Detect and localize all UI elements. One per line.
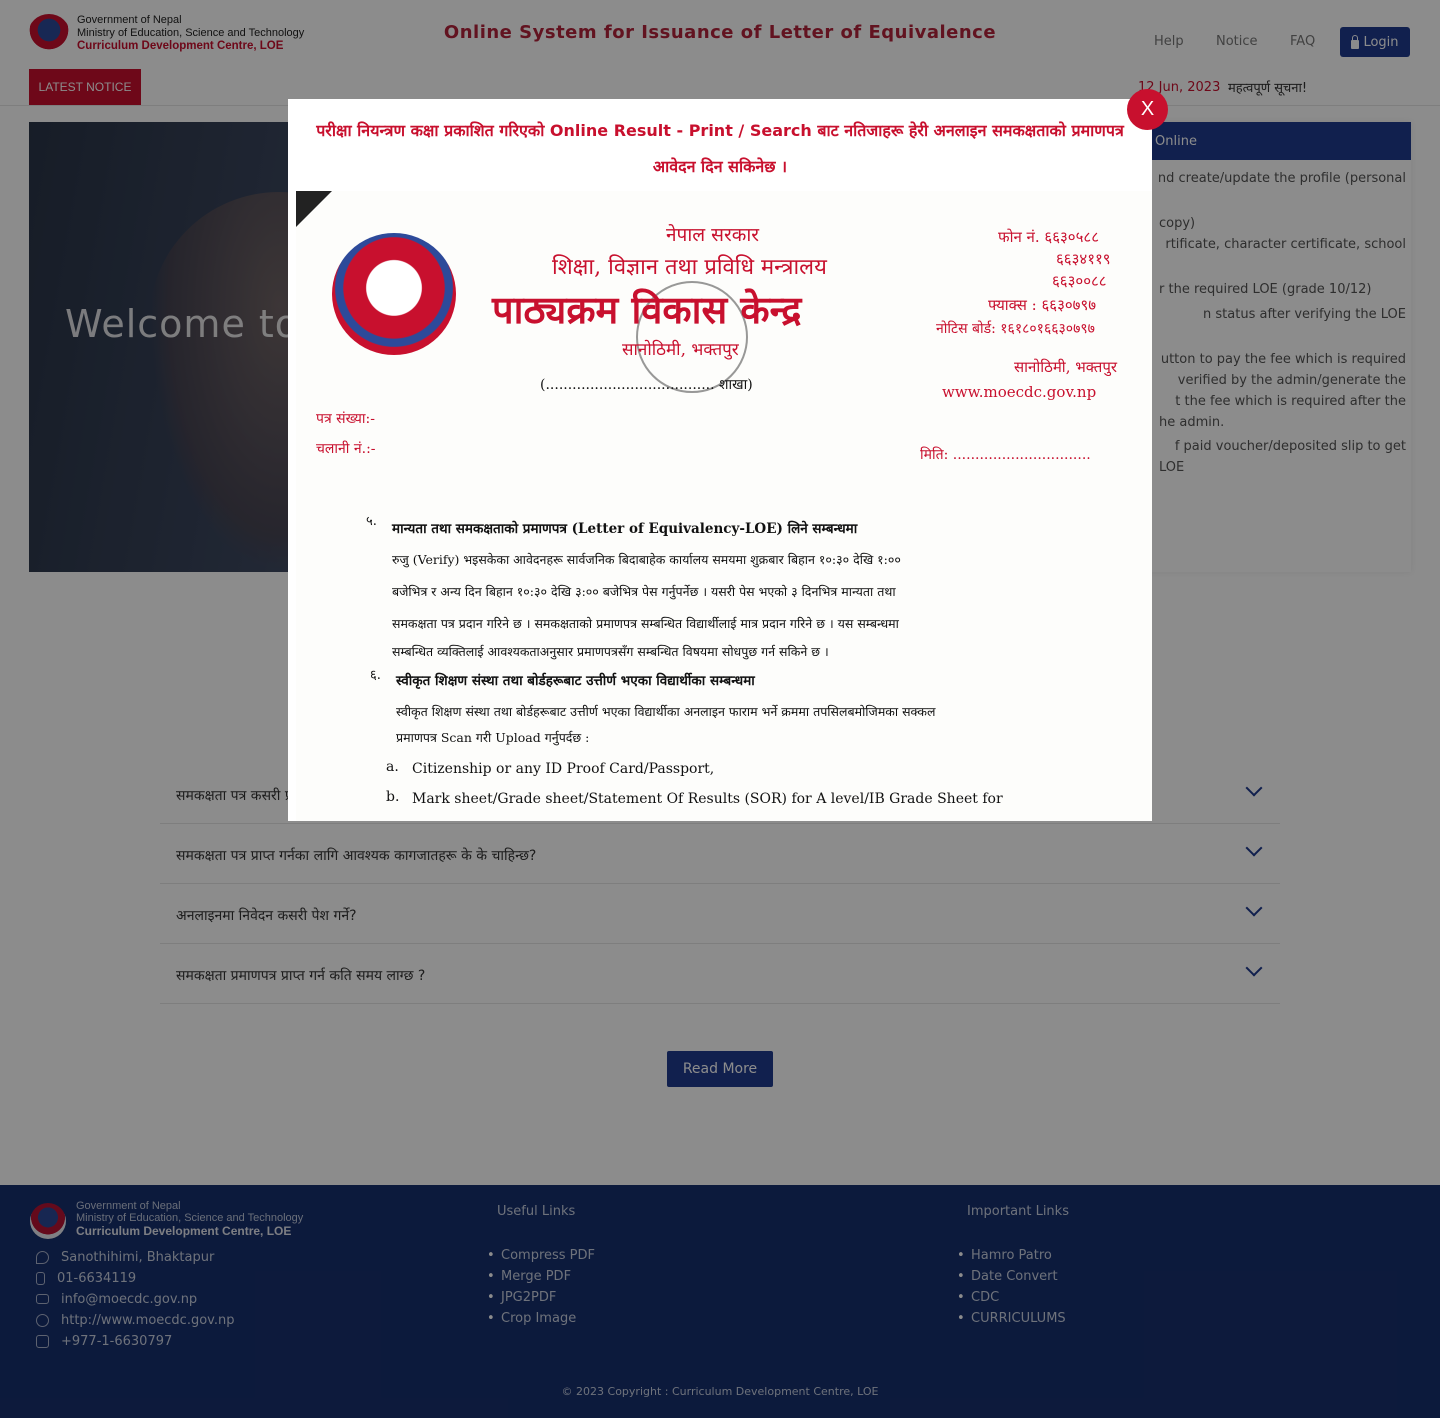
- doc-list-mark: b.: [386, 789, 400, 805]
- doc-body-line: रुजु (Verify) भइसकेका आवेदनहरू सार्वजनिक…: [392, 552, 901, 567]
- doc-item-title: मान्यता तथा समकक्षताको प्रमाणपत्र (Lette…: [392, 521, 858, 537]
- doc-address: सानोठिमी, भक्तपुर: [1014, 358, 1118, 376]
- doc-item-number: ६.: [370, 668, 381, 683]
- doc-phone: फोन नं. ६६३०५८८: [998, 228, 1100, 246]
- doc-item-number: ५.: [366, 514, 377, 529]
- doc-body-line: प्रमाणपत्र Scan गरी Upload गर्नुपर्दछ :: [396, 730, 590, 745]
- doc-list-mark: a.: [386, 759, 399, 775]
- modal-message: परीक्षा नियन्त्रण कक्षा प्रकाशित गरिएको …: [308, 113, 1132, 185]
- notice-document-image: नेपाल सरकार शिक्षा, विज्ञान तथा प्रविधि …: [296, 191, 1152, 821]
- modal-message-before: परीक्षा नियन्त्रण कक्षा प्रकाशित गरिएको: [316, 121, 550, 140]
- doc-date: मिति: ...............................: [920, 447, 1091, 463]
- doc-item-title: स्वीकृत शिक्षण संस्था तथा बोर्डहरूबाट उत…: [396, 673, 755, 689]
- scan-corner: [296, 191, 332, 227]
- doc-list-text: Citizenship or any ID Proof Card/Passpor…: [412, 761, 715, 777]
- modal-close-button[interactable]: X: [1127, 89, 1168, 130]
- doc-body-line: सम्बन्धित व्यक्तिलाई आवश्यकताअनुसार प्रम…: [392, 644, 829, 659]
- doc-body-line: समकक्षता पत्र प्रदान गरिने छ । समकक्षताक…: [392, 616, 899, 631]
- doc-ministry: शिक्षा, विज्ञान तथा प्रविधि मन्त्रालय: [552, 255, 827, 280]
- notice-modal: परीक्षा नियन्त्रण कक्षा प्रकाशित गरिएको …: [288, 99, 1152, 821]
- doc-notice-board: नोटिस बोर्ड: १६१८०१६६३०७९७: [936, 321, 1095, 337]
- doc-body-line: स्वीकृत शिक्षण संस्था तथा बोर्डहरूबाट उत…: [396, 704, 936, 719]
- doc-dispatch-no: चलानी नं.:-: [316, 441, 376, 457]
- doc-list-text: Mark sheet/Grade sheet/Statement Of Resu…: [412, 791, 1003, 807]
- doc-phone-2: ६६३४११९: [1056, 250, 1111, 268]
- doc-body-line: बजेभित्र र अन्य दिन बिहान १०:३० देखि ३:०…: [392, 584, 896, 599]
- doc-gov: नेपाल सरकार: [666, 224, 760, 246]
- doc-branch: (...................................... …: [540, 377, 753, 393]
- doc-phone-3: ६६३००८८: [1052, 272, 1107, 290]
- online-result-link[interactable]: Online Result - Print / Search: [550, 121, 812, 140]
- doc-website: www.moecdc.gov.np: [942, 383, 1097, 401]
- government-seal-icon: [332, 233, 456, 355]
- doc-letter-no: पत्र संख्या:-: [316, 411, 375, 427]
- doc-centre: पाठ्यक्रम विकास केन्द्र: [492, 287, 802, 332]
- doc-fax: फ्याक्स : ६६३०७९७: [988, 296, 1097, 314]
- doc-place: सानोठिमी, भक्तपुर: [622, 340, 739, 360]
